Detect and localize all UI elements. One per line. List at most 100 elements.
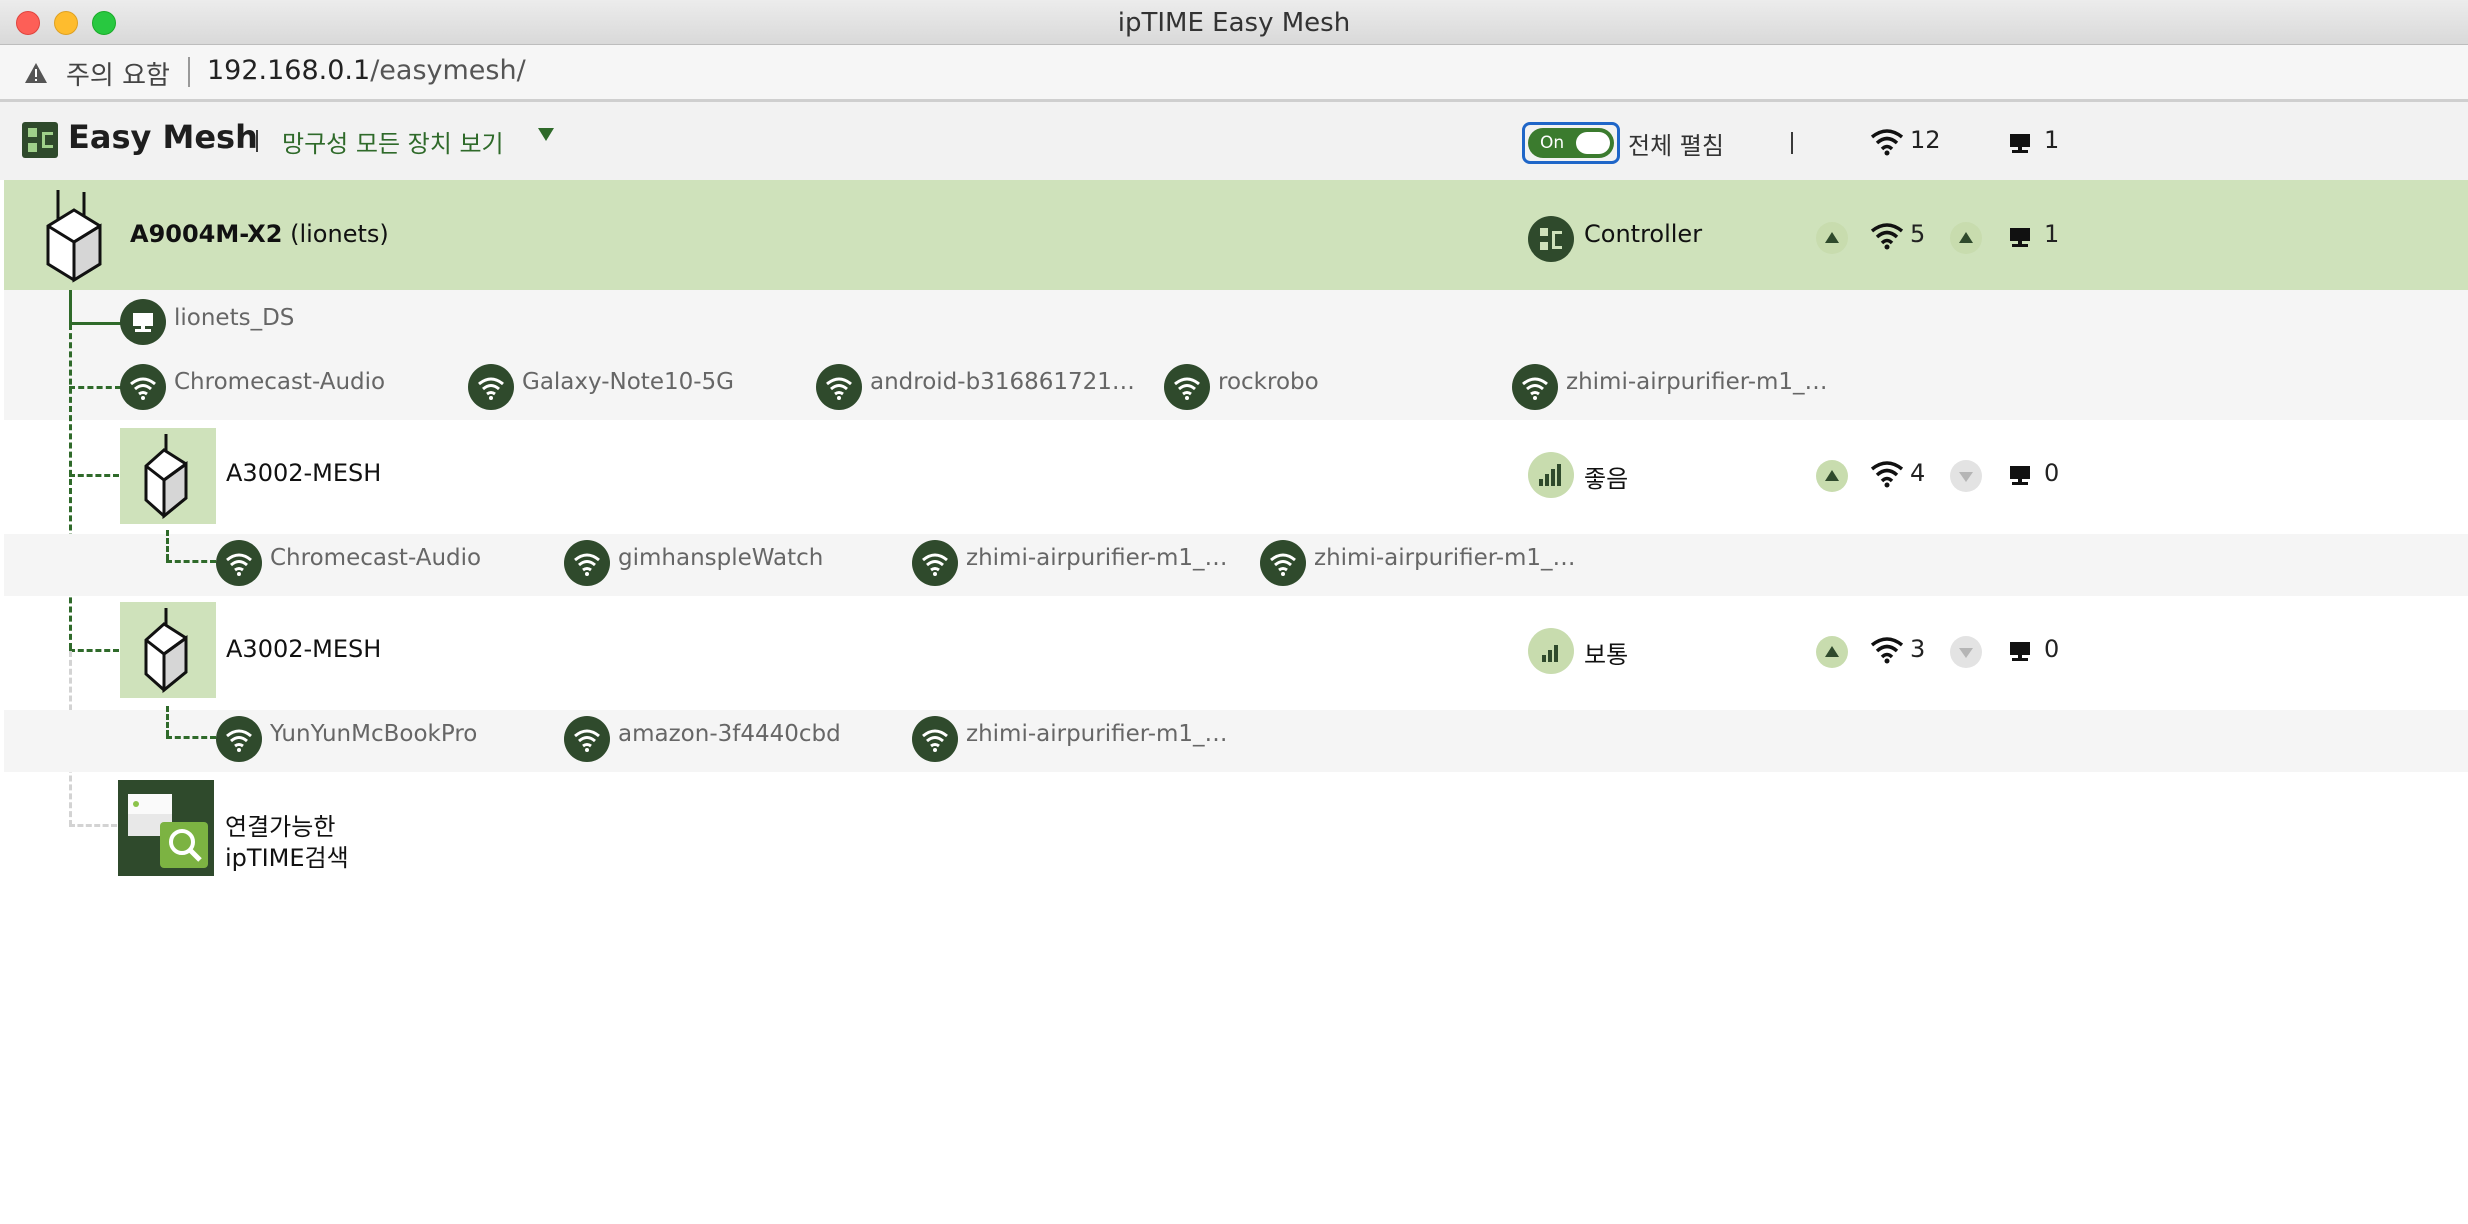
wifi-icon <box>912 540 958 586</box>
node-wired-count: 0 <box>2044 459 2060 487</box>
wifi-client-name[interactable]: zhimi-airpurifier-m1_… <box>966 545 1228 571</box>
wifi-icon <box>912 716 958 762</box>
wifi-client-name[interactable]: zhimi-airpurifier-m1_… <box>1566 369 1828 395</box>
mesh-node-icon[interactable] <box>120 602 216 698</box>
wifi-icon <box>468 364 514 410</box>
monitor-icon <box>120 299 166 345</box>
tree-line <box>166 736 216 739</box>
toggle-state-label: On <box>1540 133 1565 153</box>
wifi-client-name[interactable]: Chromecast-Audio <box>270 545 481 571</box>
controller-hostname: (lionets) <box>290 220 389 248</box>
wired-client-name[interactable]: lionets_DS <box>174 305 294 331</box>
expand-all-toggle[interactable]: On <box>1522 122 1620 164</box>
router-icon <box>46 190 102 283</box>
wifi-icon <box>216 716 262 762</box>
mesh-node-name[interactable]: A3002-MESH <box>226 635 381 663</box>
url-host: 192.168.0.1 <box>207 55 371 86</box>
search-label-line1: 연결가능한 <box>225 813 336 841</box>
wired-expand-down-button[interactable] <box>1950 636 1982 668</box>
title-bar: ipTIME Easy Mesh <box>0 0 2468 45</box>
header-divider <box>256 130 258 152</box>
node-wired-count: 0 <box>2044 635 2060 663</box>
signal-quality: 좋음 <box>1584 465 1629 493</box>
signal-bars-icon <box>1528 628 1574 674</box>
wifi-client-name[interactable]: amazon-3f4440cbd <box>618 721 841 747</box>
wifi-client-name[interactable]: Chromecast-Audio <box>174 369 385 395</box>
tree-line <box>166 706 169 736</box>
wifi-icon <box>1260 540 1306 586</box>
wifi-icon <box>1870 461 1904 488</box>
wifi-client-name[interactable]: android-b316861721… <box>870 369 1135 395</box>
wifi-icon <box>564 716 610 762</box>
wifi-icon <box>564 540 610 586</box>
tree-line <box>69 322 121 325</box>
controller-icon <box>1528 216 1574 262</box>
wifi-client-name[interactable]: rockrobo <box>1218 369 1319 395</box>
app-header: Easy Mesh 망구성 모든 장치 보기 On 전체 펼침 12 1 <box>0 102 2468 180</box>
controller-role: Controller <box>1584 220 1703 248</box>
signal-bars-icon <box>1528 452 1574 498</box>
window-title: ipTIME Easy Mesh <box>1117 8 1351 38</box>
header-divider <box>1791 132 1793 154</box>
tree-line <box>69 824 117 827</box>
wired-expand-up-button[interactable] <box>1950 222 1982 254</box>
wifi-icon <box>816 364 862 410</box>
monitor-icon <box>2010 642 2030 661</box>
search-iptime-label[interactable]: 연결가능한 ipTIME검색 <box>225 812 349 874</box>
node-wifi-count: 4 <box>1910 459 1926 487</box>
node-wifi-count: 3 <box>1910 635 1926 663</box>
view-all-devices-link[interactable]: 망구성 모든 장치 보기 <box>282 124 504 159</box>
toggle-track: On <box>1528 128 1614 158</box>
router-icon <box>144 434 188 520</box>
address-divider <box>188 57 190 87</box>
wifi-icon <box>1870 637 1904 664</box>
tree-line <box>69 474 119 477</box>
address-bar[interactable]: 주의 요함 192.168.0.1/easymesh/ <box>0 45 2468 102</box>
search-icon <box>128 794 208 868</box>
mesh-node-icon[interactable] <box>120 428 216 524</box>
wifi-icon <box>120 364 166 410</box>
wifi-client-name[interactable]: gimhanspleWatch <box>618 545 823 571</box>
url-path: /easymesh/ <box>370 55 526 86</box>
wifi-expand-up-button[interactable] <box>1816 636 1848 668</box>
controller-name[interactable]: A9004M-X2 (lionets) <box>130 220 389 248</box>
wifi-expand-up-button[interactable] <box>1816 222 1848 254</box>
controller-model: A9004M-X2 <box>130 220 283 248</box>
wifi-client-name[interactable]: Galaxy-Note10-5G <box>522 369 734 395</box>
total-wired-count: 1 <box>2044 126 2060 154</box>
wifi-client-name[interactable]: YunYunMcBookPro <box>270 721 477 747</box>
wired-expand-down-button[interactable] <box>1950 460 1982 492</box>
wifi-icon <box>1870 129 1904 156</box>
warning-icon <box>25 63 47 83</box>
tree-line <box>69 386 121 389</box>
expand-all-label: 전체 펼침 <box>1628 132 1724 160</box>
search-label-line2: ipTIME검색 <box>225 844 349 872</box>
easymesh-logo-icon <box>22 122 58 158</box>
wifi-icon <box>1870 223 1904 250</box>
wifi-client-name[interactable]: zhimi-airpurifier-m1_… <box>966 721 1228 747</box>
search-iptime-button[interactable] <box>118 780 214 876</box>
tree-line <box>69 290 72 324</box>
wifi-client-name[interactable]: zhimi-airpurifier-m1_… <box>1314 545 1576 571</box>
url-text[interactable]: 192.168.0.1/easymesh/ <box>207 55 526 86</box>
browser-window: ipTIME Easy Mesh 주의 요함 192.168.0.1/easym… <box>0 0 2468 1224</box>
tree-line <box>166 530 169 560</box>
monitor-icon <box>2010 466 2030 485</box>
chevron-down-icon[interactable] <box>538 128 554 141</box>
tree-line <box>69 649 119 652</box>
wifi-icon <box>216 540 262 586</box>
total-wifi-count: 12 <box>1910 126 1941 154</box>
mesh-node-name[interactable]: A3002-MESH <box>226 459 381 487</box>
monitor-icon <box>2010 228 2030 247</box>
monitor-icon <box>2010 134 2030 153</box>
signal-quality: 보통 <box>1584 641 1629 669</box>
controller-clients-band <box>4 290 2468 420</box>
controller-wifi-count: 5 <box>1910 220 1926 248</box>
wifi-expand-up-button[interactable] <box>1816 460 1848 492</box>
wifi-icon <box>1512 364 1558 410</box>
tree-line <box>69 324 72 649</box>
controller-wired-count: 1 <box>2044 220 2060 248</box>
app-title: Easy Mesh <box>68 118 258 156</box>
wifi-icon <box>1164 364 1210 410</box>
security-warning-text[interactable]: 주의 요함 <box>66 55 170 92</box>
